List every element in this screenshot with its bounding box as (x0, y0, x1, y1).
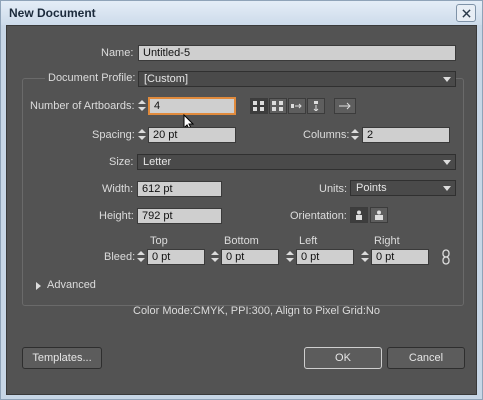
profile-value: [Custom] (144, 73, 189, 85)
chevron-down-icon (443, 77, 451, 82)
spacing-stepper[interactable] (137, 127, 147, 143)
arrange-by-row-icon (291, 103, 302, 109)
arrange-by-column-icon (313, 101, 319, 111)
bleed-label: Bleed: (104, 251, 136, 263)
chevron-down-icon (443, 186, 451, 191)
bleed-left-label: Left (299, 235, 318, 247)
columns-stepper[interactable] (350, 127, 360, 143)
height-field[interactable]: 792 pt (137, 208, 222, 224)
spacing-field[interactable]: 20 pt (148, 127, 236, 143)
portrait-button[interactable] (350, 207, 368, 223)
close-icon (461, 8, 471, 18)
artboards-field[interactable]: 4 (148, 97, 236, 115)
size-value: Letter (143, 156, 172, 168)
columns-label: Columns: (303, 129, 350, 141)
artboards-stepper[interactable] (137, 98, 147, 114)
right-to-left-layout-icon (339, 102, 351, 110)
bleed-bottom-label: Bottom (224, 235, 259, 247)
profile-dropdown[interactable]: [Custom] (138, 71, 456, 87)
portrait-icon (356, 210, 362, 220)
bleed-left-stepper[interactable] (285, 249, 295, 265)
spacing-label: Spacing: (92, 129, 135, 141)
layout-direction-button[interactable] (334, 98, 356, 114)
landscape-button[interactable] (370, 207, 388, 223)
new-document-dialog: New Document Name: Untitled-5 Document P… (0, 0, 483, 400)
chevron-down-icon (443, 160, 451, 165)
disclosure-triangle-icon[interactable] (36, 282, 41, 290)
grid-by-column-button[interactable] (269, 98, 287, 114)
bleed-bottom-stepper[interactable] (210, 249, 220, 265)
arrange-by-column-button[interactable] (307, 98, 325, 114)
title-bar[interactable]: New Document (1, 1, 482, 25)
advanced-toggle[interactable]: Advanced (47, 279, 100, 291)
bleed-top-label: Top (150, 235, 168, 247)
dialog-body: Name: Untitled-5 Document Profile: [Cust… (6, 25, 477, 395)
bleed-right-label: Right (374, 235, 400, 247)
units-dropdown[interactable]: Points (350, 180, 456, 196)
height-label: Height: (99, 210, 134, 222)
templates-button[interactable]: Templates... (22, 347, 102, 369)
arrange-by-row-button[interactable] (288, 98, 306, 114)
bleed-bottom-field[interactable]: 0 pt (221, 249, 279, 265)
bleed-top-stepper[interactable] (136, 249, 146, 265)
chain-link-icon[interactable] (441, 249, 451, 265)
name-label: Name: (101, 47, 134, 59)
ok-button[interactable]: OK (304, 347, 382, 369)
bleed-top-field[interactable]: 0 pt (147, 249, 205, 265)
dialog-title: New Document (9, 6, 96, 20)
grid-by-row-icon (253, 101, 264, 111)
grid-by-column-icon (272, 101, 283, 111)
grid-by-row-button[interactable] (250, 98, 268, 114)
artboards-label: Number of Artboards: (30, 100, 135, 112)
cancel-button[interactable]: Cancel (387, 347, 465, 369)
bleed-right-stepper[interactable] (360, 249, 370, 265)
landscape-icon (375, 210, 383, 220)
size-label: Size: (109, 156, 134, 168)
units-value: Points (356, 182, 387, 194)
size-dropdown[interactable]: Letter (137, 154, 456, 170)
units-label: Units: (319, 183, 348, 195)
columns-field[interactable]: 2 (362, 127, 450, 143)
width-field[interactable]: 612 pt (137, 181, 222, 197)
profile-label: Document Profile: (45, 72, 139, 84)
close-button[interactable] (456, 4, 476, 22)
bleed-right-field[interactable]: 0 pt (371, 249, 429, 265)
document-summary: Color Mode:CMYK, PPI:300, Align to Pixel… (133, 305, 380, 317)
name-field[interactable]: Untitled-5 (138, 45, 456, 61)
bleed-left-field[interactable]: 0 pt (296, 249, 354, 265)
orientation-label: Orientation: (290, 210, 347, 222)
width-label: Width: (102, 183, 134, 195)
